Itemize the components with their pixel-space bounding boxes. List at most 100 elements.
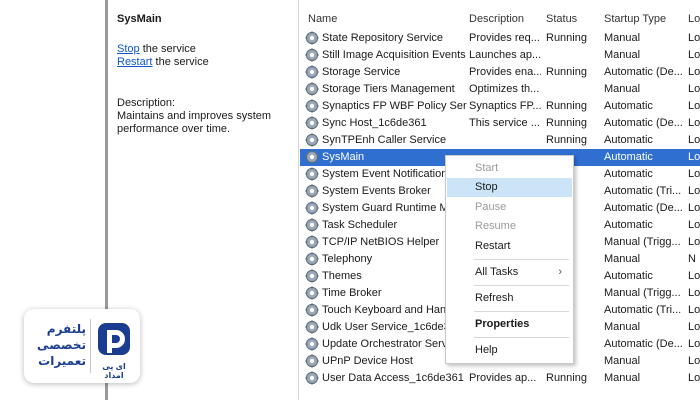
menu-item-properties[interactable]: Properties (447, 315, 572, 334)
service-log-on-cell: Lo (688, 100, 700, 112)
menu-item-restart[interactable]: Restart (447, 237, 572, 256)
gear-icon (305, 303, 319, 317)
menu-item-start[interactable]: Start (447, 159, 572, 178)
service-startup-type-cell: Automatic (604, 168, 653, 180)
service-startup-type-cell: Automatic (De... (604, 202, 683, 214)
brand-mark-icon (98, 323, 130, 355)
table-row[interactable]: User Data Access_1c6de361 Provides ap... R… (300, 370, 700, 387)
service-log-on-cell: Lo (688, 202, 700, 214)
table-row[interactable]: Synaptics FP WBF Policy Ser... Synaptics … (300, 98, 700, 115)
service-log-on-cell: Lo (688, 66, 700, 78)
gear-icon (305, 320, 319, 334)
column-header-startup-type[interactable]: Startup Type (604, 13, 666, 25)
gear-icon (305, 354, 319, 368)
service-log-on-cell: Lo (688, 49, 700, 61)
stop-service-line: Stop the service (117, 43, 196, 55)
gear-icon (305, 31, 319, 45)
gear-icon (305, 201, 319, 215)
service-name-cell: Storage Service (322, 66, 401, 78)
service-log-on-cell: Lo (688, 32, 700, 44)
description-text: Maintains and improves system performanc… (117, 110, 272, 135)
service-startup-type-cell: Automatic (604, 219, 653, 231)
logo-text-line-3: تعمیرات (38, 354, 86, 368)
gear-icon (305, 167, 319, 181)
menu-item-resume[interactable]: Resume (447, 217, 572, 236)
table-row[interactable]: State Repository Service Provides req... R… (300, 30, 700, 47)
service-status-cell: Running (546, 100, 587, 112)
gear-icon (305, 99, 319, 113)
menu-separator (474, 259, 569, 260)
table-row[interactable]: Sync Host_1c6de361 This service ... Runnin… (300, 115, 700, 132)
service-description-cell: Provides ena... (469, 66, 541, 78)
logo-brand-name: ای پی امداد (102, 362, 126, 380)
column-header-status[interactable]: Status (546, 13, 577, 25)
table-row[interactable]: Storage Service Provides ena... Running Aut… (300, 64, 700, 81)
service-startup-type-cell: Manual (604, 49, 641, 61)
logo-text-line-2: تخصصی (37, 338, 86, 352)
service-startup-type-cell: Automatic (De... (604, 66, 683, 78)
menu-item-properties-label: Properties (475, 318, 530, 330)
service-log-on-cell: Lo (688, 151, 700, 163)
service-startup-type-cell: Automatic (604, 100, 653, 112)
service-description-cell: Launches ap... (469, 49, 541, 61)
menu-item-stop-label: Stop (475, 181, 498, 193)
gear-icon (305, 218, 319, 232)
gear-icon (305, 252, 319, 266)
brand-logo: پلتفرم تخصصی تعمیرات ای پی امداد (24, 309, 140, 383)
menu-separator (474, 311, 569, 312)
service-startup-type-cell: Manual (604, 355, 641, 367)
service-startup-type-cell: Automatic (Tri... (604, 185, 682, 197)
service-name-cell: State Repository Service (322, 32, 444, 44)
list-header: Name Description Status Startup Type Lo (300, 0, 700, 30)
gear-icon (305, 269, 319, 283)
service-log-on-cell: Lo (688, 338, 700, 350)
service-description: Description: Maintains and improves syst… (117, 97, 287, 136)
submenu-arrow-icon: › (558, 266, 562, 278)
menu-item-all-tasks[interactable]: All Tasks › (447, 263, 572, 282)
service-log-on-cell: Lo (688, 270, 700, 282)
service-title: SysMain (117, 13, 162, 25)
menu-item-pause[interactable]: Pause (447, 198, 572, 217)
menu-item-resume-label: Resume (475, 220, 516, 232)
menu-item-restart-label: Restart (475, 240, 511, 252)
service-description-cell: Optimizes th... (469, 83, 540, 95)
restart-service-link[interactable]: Restart (117, 56, 152, 68)
gear-icon (305, 371, 319, 385)
menu-item-pause-label: Pause (475, 201, 507, 213)
table-row[interactable]: SynTPEnh Caller Service Running Automatic L… (300, 132, 700, 149)
column-header-description[interactable]: Description (469, 13, 524, 25)
service-log-on-cell: Lo (688, 355, 700, 367)
service-log-on-cell: Lo (688, 372, 700, 384)
service-startup-type-cell: Manual (604, 32, 641, 44)
service-startup-type-cell: Manual (604, 372, 641, 384)
gear-icon (305, 337, 319, 351)
gear-icon (305, 235, 319, 249)
menu-item-stop[interactable]: Stop (447, 178, 572, 197)
column-header-log-on[interactable]: Lo (688, 13, 700, 25)
menu-separator (474, 285, 569, 286)
column-header-name[interactable]: Name (308, 13, 337, 25)
service-startup-type-cell: Automatic (Tri... (604, 304, 682, 316)
stop-service-link[interactable]: Stop (117, 43, 140, 55)
service-startup-type-cell: Automatic (De... (604, 117, 683, 129)
service-startup-type-cell: Automatic (604, 151, 653, 163)
service-description-cell: Synaptics FP... (469, 100, 541, 112)
gear-icon (305, 82, 319, 96)
service-log-on-cell: Lo (688, 168, 700, 180)
service-status-cell: Running (546, 66, 587, 78)
gear-icon (305, 65, 319, 79)
service-status-cell: Running (546, 32, 587, 44)
service-name-cell: SynTPEnh Caller Service (322, 134, 447, 146)
service-startup-type-cell: Automatic (604, 270, 653, 282)
logo-text-line-1: پلتفرم (46, 322, 86, 336)
service-startup-type-cell: Manual (604, 321, 641, 333)
logo-divider (90, 319, 91, 373)
service-log-on-cell: Lo (688, 321, 700, 333)
table-row[interactable]: Still Image Acquisition Events Launches a… (300, 47, 700, 64)
menu-item-help[interactable]: Help (447, 341, 572, 360)
service-description-cell: Provides ap... (469, 372, 537, 384)
menu-item-refresh[interactable]: Refresh (447, 289, 572, 308)
service-name-cell: Sync Host_1c6de361 (322, 117, 427, 129)
service-log-on-cell: Lo (688, 287, 700, 299)
table-row[interactable]: Storage Tiers Management Optimizes th... M… (300, 81, 700, 98)
